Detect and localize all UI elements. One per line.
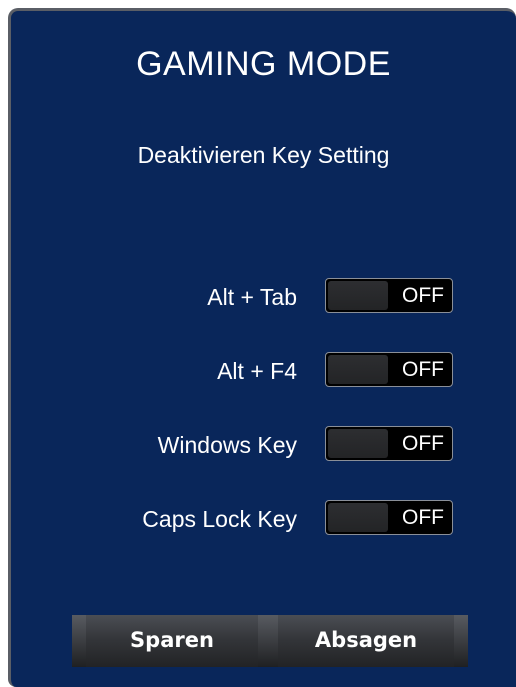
toggle-state: OFF xyxy=(402,506,444,529)
toggle-state: OFF xyxy=(402,432,444,455)
setting-row-alt-f4: Alt + F4 OFF xyxy=(11,352,516,392)
caps-lock-key-toggle[interactable]: OFF xyxy=(325,500,453,535)
toggle-knob xyxy=(328,503,388,532)
toggle-knob xyxy=(328,355,388,384)
cancel-button[interactable]: Absagen xyxy=(278,615,454,667)
alt-tab-toggle[interactable]: OFF xyxy=(325,278,453,313)
toggle-state: OFF xyxy=(402,284,444,307)
setting-label-alt-tab: Alt + Tab xyxy=(207,284,297,310)
toggle-knob xyxy=(328,429,388,458)
setting-row-windows-key: Windows Key OFF xyxy=(11,426,516,466)
save-button[interactable]: Sparen xyxy=(86,615,258,667)
alt-f4-toggle[interactable]: OFF xyxy=(325,352,453,387)
toggle-state: OFF xyxy=(402,358,444,381)
windows-key-toggle[interactable]: OFF xyxy=(325,426,453,461)
toggle-knob xyxy=(328,281,388,310)
setting-label-alt-f4: Alt + F4 xyxy=(217,358,297,384)
gaming-mode-dialog: GAMING MODE Deaktivieren Key Setting Alt… xyxy=(8,8,516,687)
setting-row-caps-lock-key: Caps Lock Key OFF xyxy=(11,500,516,540)
button-bar: Sparen Absagen xyxy=(72,615,468,667)
dialog-subtitle: Deaktivieren Key Setting xyxy=(137,142,390,168)
setting-label-caps-lock-key: Caps Lock Key xyxy=(142,506,297,532)
setting-label-windows-key: Windows Key xyxy=(157,432,297,458)
setting-row-alt-tab: Alt + Tab OFF xyxy=(11,278,516,318)
dialog-title: GAMING MODE xyxy=(136,45,391,83)
